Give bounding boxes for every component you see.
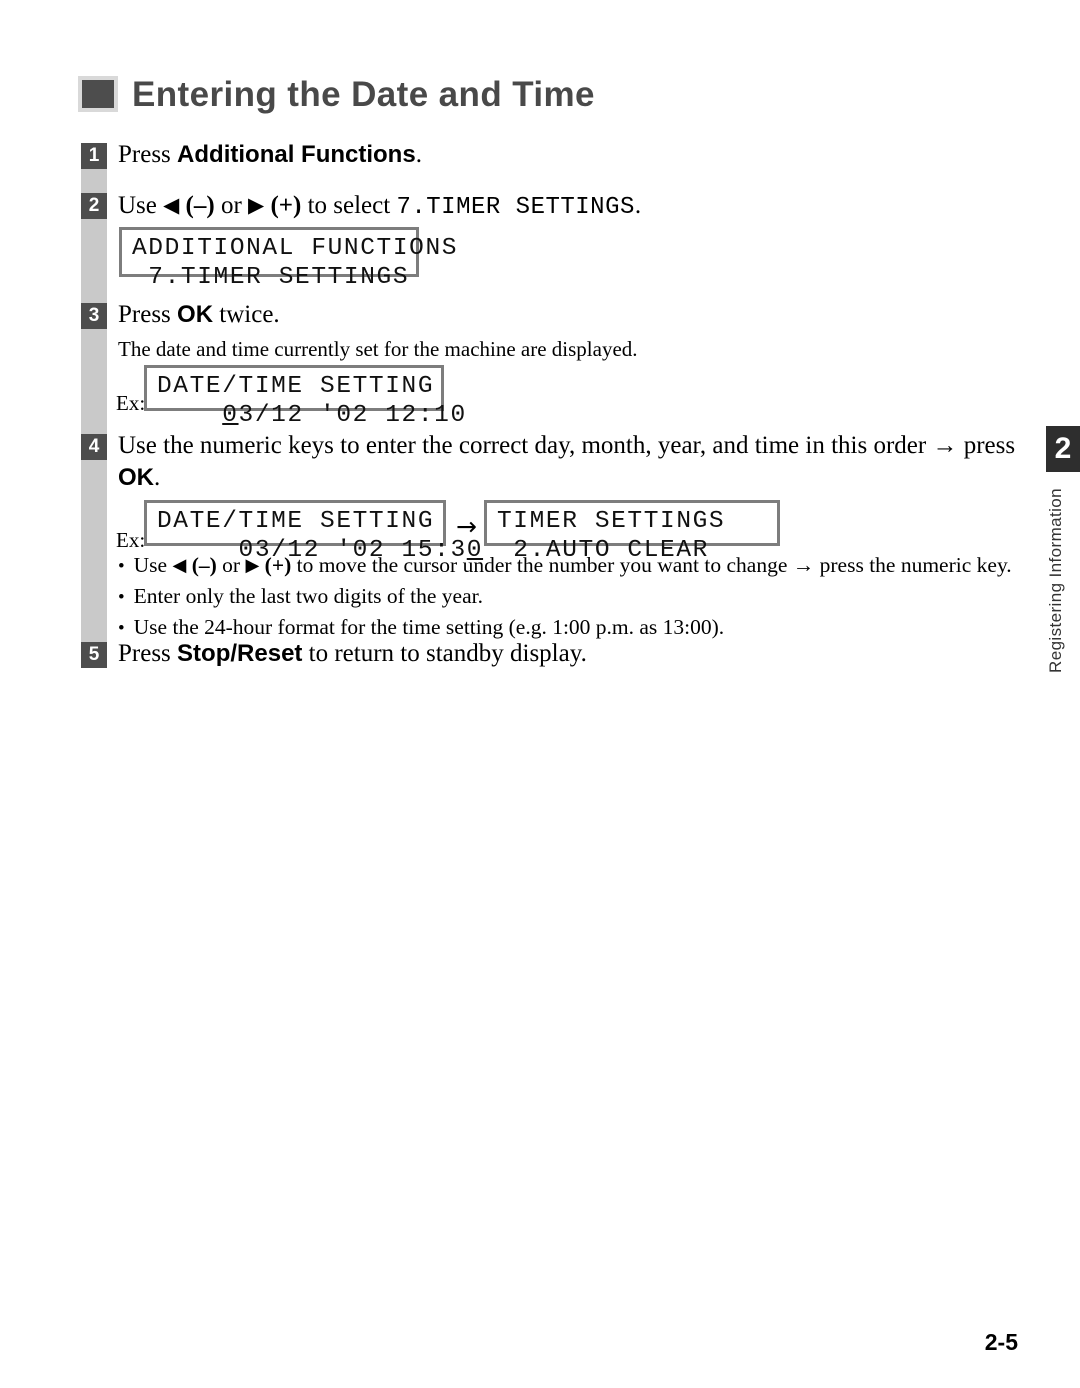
- bullet-dot-icon: •: [118, 556, 125, 577]
- step-4-text-after: .: [154, 464, 161, 491]
- step-5-number: 5: [81, 642, 107, 668]
- step-1-bold: Additional Functions: [177, 141, 416, 168]
- list-item: • Use ◀ (–) or ▶ (+) to move the cursor …: [118, 552, 1012, 580]
- chapter-label: Registering Information: [1046, 488, 1065, 673]
- step-2-text-after: to select: [301, 192, 397, 219]
- step-3-note: The date and time currently set for the …: [118, 337, 638, 361]
- step-3-text-after: twice.: [213, 301, 280, 328]
- step-1-text-before: Press: [118, 141, 178, 168]
- step-4-text-line1: Use the numeric keys to enter the correc…: [118, 432, 1016, 459]
- notes-list: • Use ◀ (–) or ▶ (+) to move the cursor …: [118, 552, 1012, 645]
- step-1-text-after: .: [415, 141, 422, 168]
- step-1-number: 1: [81, 143, 107, 169]
- chapter-number: 2: [1046, 426, 1080, 472]
- flow-arrow-icon: →: [456, 512, 477, 541]
- minus-label: (–): [191, 553, 217, 577]
- lcd-cursor-digit: 0: [222, 402, 239, 429]
- step-4-number: 4: [81, 434, 107, 460]
- lcd-display-date-time-entered: DATE/TIME SETTING 03/12 '02 15:30: [144, 500, 481, 564]
- minus-label: (–): [185, 192, 215, 219]
- lcd-line-2: 7.TIMER SETTINGS: [132, 264, 410, 291]
- lcd-line2-pre: [157, 402, 222, 429]
- lcd-line-2: 03/12 '02 12:10: [157, 401, 465, 430]
- plus-label: (+): [264, 553, 292, 577]
- list-item-text: Use ◀ (–) or ▶ (+) to move the cursor un…: [134, 552, 1012, 579]
- list-item: • Enter only the last two digits of the …: [118, 583, 1012, 611]
- example-label-step4: Ex:: [116, 528, 146, 552]
- lcd-line-1: DATE/TIME SETTING: [157, 508, 435, 535]
- example-label-step3: Ex:: [116, 391, 146, 415]
- step-2-number: 2: [81, 193, 107, 219]
- step-5-text: Press Stop/Reset to return to standby di…: [118, 638, 587, 670]
- step-3-text-before: Press: [118, 301, 178, 328]
- bullet-1-pre: Use: [133, 553, 173, 577]
- lcd-line-1: ADDITIONAL FUNCTIONS: [132, 235, 459, 262]
- step-5-bold: Stop/Reset: [177, 640, 303, 667]
- list-item-text: Use the 24-hour format for the time sett…: [133, 615, 725, 639]
- step-1-text: Press Additional Functions.: [118, 139, 422, 171]
- lcd-display-date-time-current: DATE/TIME SETTING 03/12 '02 12:10: [144, 365, 465, 429]
- step-3-bold: OK: [177, 301, 214, 328]
- step-5-text-after: to return to standby display.: [302, 640, 587, 667]
- lcd-display-additional-functions: ADDITIONAL FUNCTIONS 7.TIMER SETTINGS: [119, 227, 459, 291]
- step-2-mono: 7.TIMER SETTINGS: [396, 194, 635, 221]
- step-4-bold: OK: [118, 464, 154, 491]
- step-3-text: Press OK twice.: [118, 299, 638, 331]
- list-item-text: Enter only the last two digits of the ye…: [133, 584, 483, 608]
- steps-rail: [81, 143, 107, 668]
- left-arrow-icon: ◀: [163, 193, 180, 217]
- left-arrow-icon: ◀: [172, 555, 187, 576]
- lcd-line2-post: 3/12 '02 12:10: [238, 402, 467, 429]
- plus-label: (+): [270, 192, 302, 219]
- page-number: 2-5: [984, 1329, 1018, 1355]
- step-3-number: 3: [81, 303, 107, 329]
- square-bullet-icon: [78, 76, 118, 112]
- lcd-display-timer-settings: TIMER SETTINGS 2.AUTO CLEAR: [484, 500, 780, 564]
- bullet-dot-icon: •: [118, 587, 125, 608]
- step-4-text: Use the numeric keys to enter the correc…: [118, 430, 1023, 494]
- right-arrow-icon: ▶: [248, 193, 265, 217]
- right-arrow-icon: ▶: [245, 555, 260, 576]
- step-2-text: Use ◀ (–) or ▶ (+) to select 7.TIMER SET…: [118, 189, 641, 224]
- page-title-text: Entering the Date and Time: [132, 74, 595, 114]
- step-2-middle: or: [214, 192, 249, 219]
- chapter-tab: 2 Registering Information: [1046, 426, 1080, 673]
- step-2-period: .: [634, 192, 642, 219]
- lcd-line-1: DATE/TIME SETTING: [157, 373, 435, 400]
- bullet-1-mid: or: [216, 553, 246, 577]
- step-2-text-before: Use: [118, 192, 164, 219]
- bullet-1-post: to move the cursor under the number you …: [291, 553, 1012, 577]
- step-5-text-before: Press: [118, 640, 178, 667]
- page-title: Entering the Date and Time: [78, 76, 595, 112]
- lcd-line-1: TIMER SETTINGS: [497, 508, 726, 535]
